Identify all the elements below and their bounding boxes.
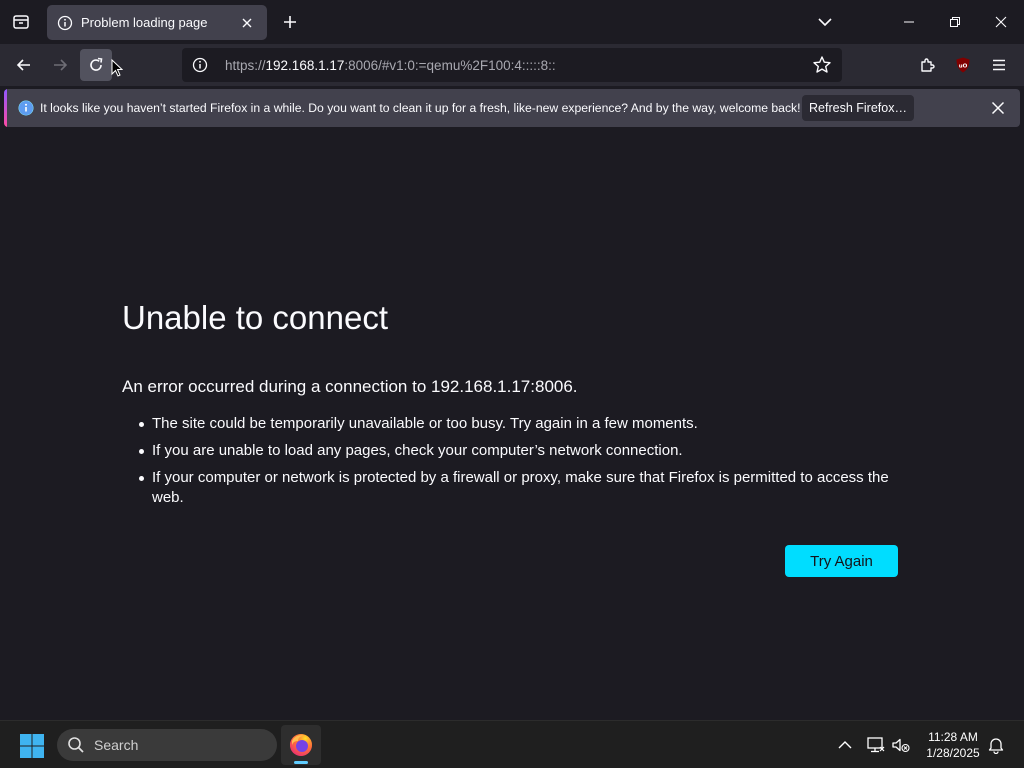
- close-window-button[interactable]: [978, 0, 1024, 44]
- reload-icon: [90, 57, 103, 71]
- tab-problem-loading[interactable]: Problem loading page: [47, 5, 267, 40]
- search-label: Search: [94, 737, 139, 753]
- url-host: 192.168.1.17: [265, 57, 345, 73]
- notification-accent-stripe: [4, 89, 7, 127]
- error-title: Unable to connect: [122, 299, 389, 336]
- reload-button[interactable]: [80, 49, 112, 81]
- arrow-right-icon: [54, 59, 68, 71]
- close-icon: [995, 16, 1007, 28]
- url-bar[interactable]: https://192.168.1.17:8006/#v1:0:=qemu%2F…: [182, 48, 842, 82]
- network-icon: [867, 737, 885, 753]
- puzzle-icon: [921, 58, 935, 72]
- show-hidden-icons-button[interactable]: [835, 735, 855, 755]
- url-rest: :8006/#v1:0:=qemu%2F100:4:::::8::: [344, 57, 556, 73]
- tab-title: Problem loading page: [81, 15, 208, 30]
- minimize-icon: [904, 21, 914, 23]
- site-info-icon[interactable]: [192, 57, 208, 73]
- url-text[interactable]: https://192.168.1.17:8006/#v1:0:=qemu%2F…: [225, 58, 812, 73]
- close-icon: [991, 101, 1005, 115]
- arrow-left-icon: [16, 59, 30, 71]
- taskbar-app-firefox[interactable]: [281, 725, 321, 765]
- close-icon: [242, 18, 252, 27]
- error-suggestion: If you are unable to load any pages, che…: [139, 441, 902, 461]
- notification-close-button[interactable]: [988, 98, 1008, 118]
- restore-button[interactable]: [932, 0, 978, 44]
- windows-start-icon[interactable]: [19, 733, 45, 759]
- refresh-firefox-notification: It looks like you haven’t started Firefo…: [4, 89, 1020, 127]
- firefox-view-icon: [13, 15, 29, 29]
- chevron-down-icon: [818, 18, 832, 27]
- bookmark-star-icon[interactable]: [812, 55, 832, 75]
- svg-text:uO: uO: [959, 64, 968, 70]
- taskbar-search-box[interactable]: Search: [57, 729, 277, 761]
- try-again-button[interactable]: Try Again: [785, 545, 898, 577]
- search-icon: [68, 737, 84, 753]
- app-menu-button[interactable]: [983, 49, 1015, 81]
- notification-message: It looks like you haven’t started Firefo…: [40, 101, 801, 115]
- plus-icon: [284, 16, 296, 28]
- refresh-firefox-button[interactable]: Refresh Firefox…: [802, 95, 914, 121]
- minimize-button[interactable]: [886, 0, 932, 44]
- windows-taskbar: Search 11:28 AM 1/28/2025: [0, 720, 1024, 768]
- chevron-up-icon: [838, 741, 852, 749]
- firefox-view-button[interactable]: [6, 6, 36, 38]
- clock-time: 11:28 AM: [928, 730, 978, 744]
- network-status-button[interactable]: [866, 735, 886, 755]
- back-button[interactable]: [8, 49, 40, 81]
- volume-button[interactable]: [891, 735, 911, 755]
- bell-icon: [988, 738, 1004, 754]
- info-icon: [57, 15, 73, 30]
- error-suggestions-list: The site could be temporarily unavailabl…: [139, 414, 902, 515]
- url-scheme: https://: [225, 57, 266, 73]
- forward-button[interactable]: [44, 49, 76, 81]
- error-suggestion: The site could be temporarily unavailabl…: [139, 414, 902, 434]
- notifications-button[interactable]: [986, 735, 1006, 755]
- error-description: An error occurred during a connection to…: [122, 377, 578, 396]
- navigation-toolbar: https://192.168.1.17:8006/#v1:0:=qemu%2F…: [0, 44, 1024, 86]
- info-icon: [18, 100, 34, 116]
- error-page: Unable to connect An error occurred duri…: [0, 131, 1024, 720]
- ublock-shield-icon: uO: [956, 57, 970, 73]
- list-all-tabs-button[interactable]: [813, 10, 837, 34]
- restore-icon: [950, 17, 960, 27]
- tab-close-button[interactable]: [237, 13, 257, 33]
- ublock-origin-button[interactable]: uO: [947, 49, 979, 81]
- taskbar-clock[interactable]: 11:28 AM 1/28/2025: [918, 729, 988, 761]
- extensions-button[interactable]: [912, 49, 944, 81]
- firefox-icon: [290, 734, 312, 756]
- tab-strip: Problem loading page: [0, 0, 1024, 44]
- new-tab-button[interactable]: [278, 10, 302, 34]
- mouse-cursor-icon: [111, 59, 123, 77]
- speaker-muted-icon: [892, 738, 910, 753]
- error-suggestion: If your computer or network is protected…: [139, 468, 902, 508]
- hamburger-menu-icon: [993, 59, 1005, 71]
- clock-date: 1/28/2025: [926, 746, 980, 760]
- active-app-indicator: [294, 761, 308, 764]
